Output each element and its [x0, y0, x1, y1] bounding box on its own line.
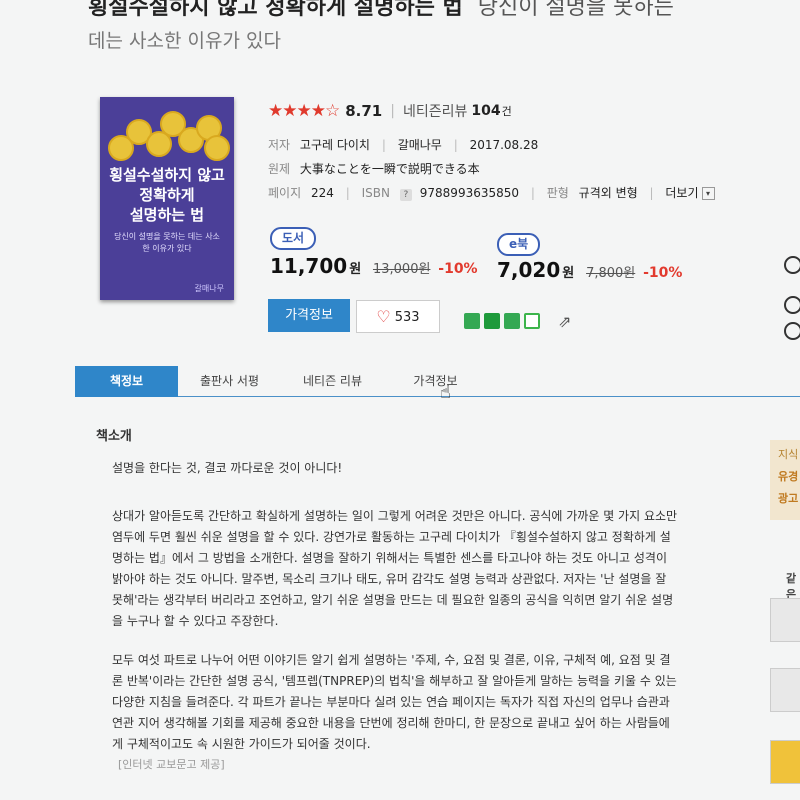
original-title-row: 원제 大事なことを一瞬で説明できる本 — [268, 162, 480, 176]
details-row: 페이지 224 | ISBN? 9788993635850 | 판형 규격외 변… — [268, 184, 715, 201]
more-info-link[interactable]: 더보기 — [665, 186, 698, 200]
isbn-value: 9788993635850 — [419, 186, 520, 200]
publish-date: 2017.08.28 — [469, 138, 539, 152]
chevron-down-icon[interactable]: ▾ — [701, 187, 715, 200]
author-row: 저자 고구레 다이치 | 갈매나무 | 2017.08.28 — [268, 138, 539, 152]
content-source: [인터넷 교보문고 제공] — [118, 758, 225, 771]
related-book-thumb[interactable] — [770, 668, 800, 712]
book-price: 11,700 원 13,000원 -10% — [270, 254, 478, 278]
book-title-main: 횡설수설하지 않고 정확하게 설명하는 법 — [88, 0, 463, 20]
book-subtitle-line2: 데는 사소한 이유가 있다 — [88, 30, 281, 52]
share-out-icon[interactable]: ⇗ — [558, 312, 571, 331]
intro-paragraph-2: 모두 여섯 파트로 나누어 어떤 이야기든 알기 쉽게 설명하는 '주제, 수,… — [112, 653, 677, 751]
related-book-thumb[interactable] — [770, 598, 800, 642]
sidebar-ad[interactable]: 지식 유경 광고 — [770, 440, 800, 520]
original-title: 大事なことを一瞬で説明できる本 — [299, 162, 480, 176]
related-book-thumb[interactable] — [770, 740, 800, 784]
page-count: 224 — [310, 186, 334, 200]
review-count[interactable]: 104 — [471, 103, 500, 119]
section-title: 책소개 — [96, 429, 132, 444]
cover-subtitle: 당신이 설명을 못하는 데는 사소한 이유가 있다 — [114, 232, 220, 253]
rating-score: 8.71 — [345, 102, 383, 120]
book-badge: 도서 — [270, 227, 317, 250]
coins-illustration — [108, 109, 230, 161]
blog-share-icon[interactable] — [524, 313, 540, 329]
tab-book-info[interactable]: 책정보 — [75, 366, 178, 397]
radio-icon[interactable] — [784, 256, 800, 274]
heart-icon: ♡ — [376, 307, 391, 326]
book-detail-page: 횡설수설하지 않고 정확하게 설명하는 법 당신이 설명을 못하는 데는 사소한… — [0, 0, 800, 800]
review-unit: 건 — [501, 105, 512, 118]
isbn-help-icon[interactable]: ? — [399, 189, 412, 201]
intro-headline: 설명을 한다는 것, 결코 까다로운 것이 아니다! — [112, 461, 343, 475]
review-label[interactable]: 네티즌리뷰 — [403, 101, 467, 121]
rating-row: ★★★★☆ 8.71 | 네티즌리뷰 104 건 — [268, 101, 512, 121]
star-rating-icon: ★★★★☆ — [268, 101, 340, 121]
band-share-icon[interactable] — [464, 313, 480, 329]
tab-publisher-review[interactable]: 출판사 서평 — [178, 366, 281, 397]
book-cover[interactable]: 횡설수설하지 않고 정확하게 설명하는 법 당신이 설명을 못하는 데는 사소한… — [100, 97, 234, 300]
like-button[interactable]: ♡ 533 — [356, 300, 440, 333]
ebook-badge: e북 — [497, 233, 541, 256]
cover-title: 횡설수설하지 않고 정확하게 설명하는 법 — [109, 166, 225, 224]
price-info-button[interactable]: 가격정보 — [268, 299, 350, 332]
ebook-price: 7,020 원 7,800원 -10% — [497, 258, 683, 282]
line-share-icon[interactable] — [484, 313, 500, 329]
book-title: 횡설수설하지 않고 정확하게 설명하는 법 당신이 설명을 못하는 — [88, 0, 788, 24]
tab-price-info[interactable]: 가격정보 — [384, 366, 487, 397]
radio-icon[interactable] — [784, 322, 800, 340]
intro-paragraph-1: 상대가 알아듣도록 간단하고 확실하게 설명하는 일이 그렇게 어려운 것만은 … — [112, 509, 678, 628]
format-value: 규격외 변형 — [578, 186, 638, 200]
tab-netizen-review[interactable]: 네티즌 리뷰 — [281, 366, 384, 397]
publisher-link[interactable]: 갈매나무 — [398, 138, 442, 152]
cover-publisher: 갈매나무 — [194, 284, 224, 293]
hand-cursor-icon: ☝ — [440, 382, 451, 403]
like-count: 533 — [394, 310, 420, 325]
bookmark-share-icon[interactable] — [504, 313, 520, 329]
author-link[interactable]: 고구레 다이치 — [300, 138, 370, 152]
share-icons — [464, 313, 540, 329]
radio-icon[interactable] — [784, 296, 800, 314]
book-subtitle: 당신이 설명을 못하는 — [477, 0, 674, 20]
